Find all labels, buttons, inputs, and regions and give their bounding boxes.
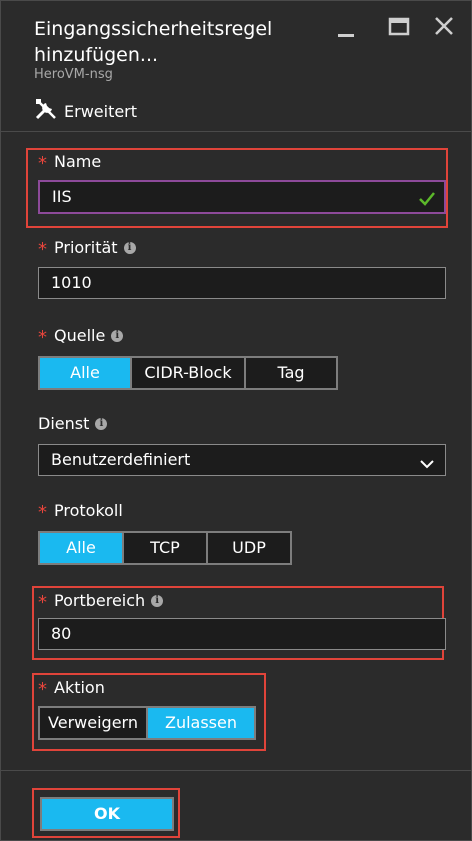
action-label: * Aktion	[38, 678, 105, 700]
required-marker: *	[38, 591, 47, 613]
advanced-label: Erweitert	[64, 101, 138, 121]
info-icon[interactable]: i	[95, 417, 108, 430]
info-icon[interactable]: i	[123, 241, 136, 254]
service-dropdown[interactable]: Benutzerdefiniert	[38, 444, 446, 476]
protocol-option-tcp[interactable]: TCP	[122, 531, 208, 565]
maximize-icon[interactable]	[384, 12, 414, 42]
source-toggle: Alle CIDR-Block Tag	[38, 356, 338, 390]
source-label: * Quelle i	[38, 326, 124, 348]
close-icon[interactable]	[430, 12, 460, 42]
action-toggle: Verweigern Zulassen	[38, 706, 256, 740]
name-label: * Name	[38, 152, 102, 174]
footer-divider	[0, 770, 472, 771]
checkmark-icon	[418, 188, 436, 218]
protocol-label-text: Protokoll	[54, 501, 123, 520]
action-label-text: Aktion	[54, 678, 105, 697]
priority-label: * Priorität i	[38, 238, 136, 260]
protocol-toggle: Alle TCP UDP	[38, 531, 292, 565]
priority-value: 1010	[51, 273, 92, 292]
source-option-cidr[interactable]: CIDR-Block	[130, 356, 246, 390]
source-option-tag[interactable]: Tag	[244, 356, 338, 390]
required-marker: *	[38, 326, 47, 348]
tools-icon	[34, 97, 58, 125]
service-label: Dienst i	[38, 414, 108, 433]
required-marker: *	[38, 678, 47, 700]
service-label-text: Dienst	[38, 414, 90, 433]
name-value: IIS	[52, 187, 72, 206]
blade-subtitle: HeroVM-nsg	[34, 67, 113, 82]
required-marker: *	[38, 501, 47, 523]
required-marker: *	[38, 152, 47, 174]
source-option-all[interactable]: Alle	[38, 356, 132, 390]
protocol-option-all[interactable]: Alle	[38, 531, 124, 565]
priority-label-text: Priorität	[54, 238, 118, 257]
port-range-input[interactable]: 80	[38, 618, 446, 650]
action-option-deny[interactable]: Verweigern	[38, 706, 148, 740]
priority-input[interactable]: 1010	[38, 267, 446, 299]
blade-title: Eingangssicherheitsregel hinzufügen...	[34, 18, 273, 66]
required-marker: *	[38, 238, 47, 260]
ok-button[interactable]: OK	[40, 797, 174, 831]
info-icon[interactable]: i	[111, 329, 124, 342]
header-divider	[0, 131, 472, 132]
protocol-option-udp[interactable]: UDP	[206, 531, 292, 565]
source-label-text: Quelle	[54, 326, 106, 345]
port-range-label: * Portbereich i	[38, 591, 164, 613]
port-range-label-text: Portbereich	[54, 591, 146, 610]
minimize-icon[interactable]	[330, 12, 360, 42]
chevron-down-icon	[419, 452, 435, 482]
port-range-value: 80	[51, 624, 72, 643]
service-value: Benutzerdefiniert	[51, 450, 191, 469]
action-option-allow[interactable]: Zulassen	[146, 706, 256, 740]
info-icon[interactable]: i	[151, 594, 164, 607]
advanced-command[interactable]: Erweitert	[34, 98, 137, 124]
name-input[interactable]: IIS	[38, 180, 446, 214]
name-label-text: Name	[54, 152, 102, 171]
protocol-label: * Protokoll	[38, 501, 123, 523]
